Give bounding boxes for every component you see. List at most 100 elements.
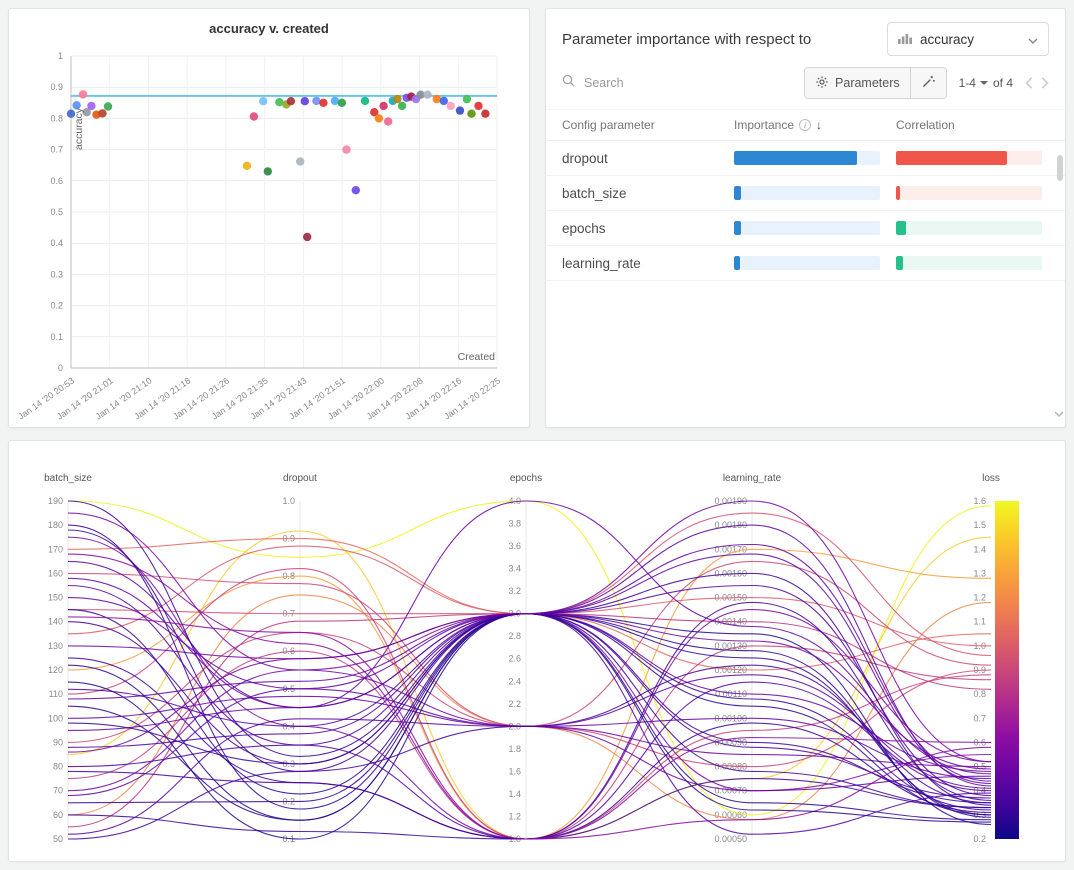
scatter-point	[87, 102, 95, 110]
accuracy-scatter-panel: accuracy v. created 00.10.20.30.40.50.60…	[8, 8, 530, 428]
scatter-point	[243, 162, 251, 170]
page-range-dropdown[interactable]: 1-4	[959, 76, 988, 90]
svg-text:2.6: 2.6	[508, 654, 521, 664]
svg-text:1.4: 1.4	[508, 789, 521, 799]
metric-dropdown[interactable]: accuracy	[887, 22, 1049, 56]
correlation-bar	[896, 151, 1042, 165]
svg-text:60: 60	[53, 810, 63, 820]
next-page-icon[interactable]	[1041, 77, 1049, 89]
parameter-importance-panel: Parameter importance with respect to acc…	[545, 8, 1066, 428]
scatter-point	[104, 102, 112, 110]
parameters-button[interactable]: Parameters	[805, 68, 910, 98]
scrollbar-thumb[interactable]	[1057, 155, 1063, 181]
scatter-point	[361, 97, 369, 105]
svg-text:170: 170	[48, 544, 63, 554]
parameter-row[interactable]: batch_size	[546, 176, 1065, 211]
scatter-point	[250, 112, 258, 120]
svg-text:1.3: 1.3	[973, 568, 986, 578]
parameter-row[interactable]: epochs	[546, 211, 1065, 246]
pc-axis-label: dropout	[283, 473, 317, 484]
scatter-point	[375, 114, 383, 122]
column-correlation[interactable]: Correlation	[896, 118, 1049, 132]
magic-wand-button[interactable]	[910, 68, 946, 98]
scatter-point	[398, 102, 406, 110]
parameter-name: epochs	[562, 221, 734, 236]
bar-chart-icon	[898, 32, 912, 47]
scatter-point	[264, 167, 272, 175]
svg-text:1.0: 1.0	[282, 496, 295, 506]
svg-text:3.6: 3.6	[508, 541, 521, 551]
scatter-point	[98, 109, 106, 117]
scatter-points[interactable]	[67, 90, 490, 241]
run-line	[68, 614, 991, 798]
pagination: 1-4 of 4	[959, 76, 1013, 90]
svg-text:3.2: 3.2	[508, 586, 521, 596]
scatter-point	[384, 117, 392, 125]
scatter-point	[393, 95, 401, 103]
svg-text:0.00050: 0.00050	[714, 834, 747, 844]
scatter-point	[287, 97, 295, 105]
scatter-point	[456, 106, 464, 114]
column-importance[interactable]: Importance i ↓	[734, 118, 896, 132]
svg-text:50: 50	[53, 834, 63, 844]
scroll-down-icon[interactable]	[1054, 405, 1064, 423]
svg-text:1.5: 1.5	[973, 520, 986, 530]
scatter-point	[474, 102, 482, 110]
run-line	[68, 617, 991, 839]
svg-text:1.1: 1.1	[973, 617, 986, 627]
svg-text:0.7: 0.7	[973, 713, 986, 723]
svg-text:150: 150	[48, 593, 63, 603]
pc-axis-label: batch_size	[44, 473, 92, 484]
page-of-label: of 4	[993, 76, 1013, 90]
metric-value: accuracy	[920, 32, 974, 47]
svg-text:1.8: 1.8	[508, 744, 521, 754]
pc-run-lines[interactable]	[68, 501, 991, 839]
svg-text:120: 120	[48, 665, 63, 675]
svg-text:0.5: 0.5	[50, 207, 63, 217]
panel-title: Parameter importance with respect to	[562, 31, 811, 48]
svg-text:100: 100	[48, 713, 63, 723]
scatter-point	[481, 110, 489, 118]
svg-text:190: 190	[48, 496, 63, 506]
search-input[interactable]	[582, 75, 702, 91]
caret-down-icon	[980, 81, 988, 85]
svg-text:160: 160	[48, 568, 63, 578]
scatter-chart[interactable]: 00.10.20.30.40.50.60.70.80.91Jan 14 '20 …	[9, 40, 529, 420]
parameter-name: learning_rate	[562, 256, 734, 271]
parameter-row[interactable]: learning_rate	[546, 246, 1065, 281]
importance-bar	[734, 151, 880, 165]
svg-text:90: 90	[53, 737, 63, 747]
parameter-name: batch_size	[562, 186, 734, 201]
sort-desc-icon[interactable]: ↓	[816, 118, 822, 132]
loss-colorbar	[995, 501, 1019, 839]
run-line	[68, 646, 991, 839]
x-axis-label: Created	[458, 351, 496, 363]
pc-axis-label: loss	[982, 473, 1000, 484]
svg-text:1.2: 1.2	[508, 811, 521, 821]
importance-bar	[734, 221, 880, 235]
info-icon[interactable]: i	[799, 119, 811, 131]
svg-text:0.4: 0.4	[50, 238, 63, 248]
run-line	[68, 525, 991, 786]
parameter-row[interactable]: dropout	[546, 141, 1065, 176]
svg-text:0: 0	[58, 363, 63, 373]
importance-table-header: Config parameter Importance i ↓ Correlat…	[546, 109, 1065, 141]
importance-toolbar: Parameters 1-4 of 4	[546, 65, 1065, 109]
parallel-coordinates-chart[interactable]: batch_size506070809010011012013014015016…	[17, 449, 1057, 853]
svg-text:2.2: 2.2	[508, 699, 521, 709]
svg-text:180: 180	[48, 520, 63, 530]
svg-text:3.8: 3.8	[508, 519, 521, 529]
pc-axis-label: epochs	[510, 473, 542, 484]
svg-text:3.4: 3.4	[508, 564, 521, 574]
scatter-point	[296, 157, 304, 165]
run-line	[68, 614, 991, 772]
correlation-bar	[896, 186, 1042, 200]
prev-page-icon[interactable]	[1025, 77, 1033, 89]
importance-table-body: dropout batch_sizeepochs learning_rate	[546, 141, 1065, 281]
column-config-parameter[interactable]: Config parameter	[562, 118, 734, 132]
scatter-point	[79, 90, 87, 98]
importance-bar	[734, 186, 880, 200]
svg-text:0.8: 0.8	[973, 689, 986, 699]
scatter-point	[379, 102, 387, 110]
svg-text:2.4: 2.4	[508, 676, 521, 686]
